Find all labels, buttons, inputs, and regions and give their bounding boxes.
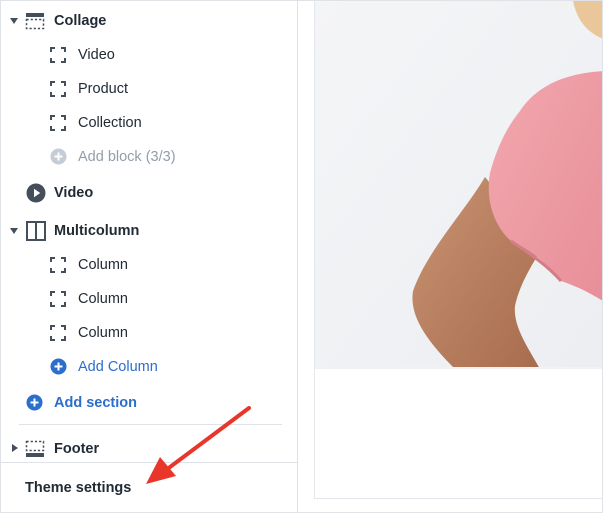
block-item[interactable]: Collection <box>1 108 297 138</box>
section-footer[interactable]: Footer <box>1 434 297 464</box>
plus-circle-icon <box>50 148 67 165</box>
dashed-square-icon <box>50 325 66 341</box>
plus-circle-icon <box>26 394 43 411</box>
add-section-label: Add section <box>54 395 137 411</box>
add-section-button[interactable]: Add section <box>1 388 297 418</box>
block-label: Column <box>78 291 128 307</box>
block-item[interactable]: Product <box>1 74 297 104</box>
block-label: Product <box>78 81 128 97</box>
section-footer-label: Footer <box>54 441 100 457</box>
section-multicolumn-label: Multicolumn <box>54 223 140 239</box>
preview-image <box>315 1 602 369</box>
block-item[interactable]: Column <box>1 284 297 314</box>
section-collage-label: Collage <box>54 13 107 29</box>
theme-settings-label: Theme settings <box>25 480 132 496</box>
block-label: Video <box>78 47 115 63</box>
section-divider <box>19 424 282 425</box>
add-column-label: Add Column <box>78 359 158 375</box>
section-video[interactable]: Video <box>1 178 297 208</box>
dashed-square-icon <box>50 257 66 273</box>
block-label: Column <box>78 257 128 273</box>
sections-sidebar: Collage Video Product Collection Add blo… <box>1 1 298 512</box>
add-column-button[interactable]: Add Column <box>1 352 297 382</box>
caret-down-icon[interactable] <box>10 18 18 24</box>
block-label: Column <box>78 325 128 341</box>
caret-right-icon[interactable] <box>12 444 18 452</box>
block-item[interactable]: Column <box>1 250 297 280</box>
theme-settings-bar: Theme settings <box>1 462 297 512</box>
section-header-icon <box>25 13 45 30</box>
dashed-square-icon <box>50 81 66 97</box>
section-collage[interactable]: Collage <box>1 6 297 36</box>
block-item[interactable]: Video <box>1 40 297 70</box>
play-circle-icon <box>26 183 46 203</box>
dashed-square-icon <box>50 115 66 131</box>
section-multicolumn[interactable]: Multicolumn <box>1 216 297 246</box>
add-block-button-disabled: Add block (3/3) <box>1 142 297 172</box>
dashed-square-icon <box>50 47 66 63</box>
theme-settings-link[interactable]: Theme settings <box>1 473 297 503</box>
dashed-square-icon <box>50 291 66 307</box>
section-video-label: Video <box>54 185 94 201</box>
add-block-label: Add block (3/3) <box>78 149 176 165</box>
person-in-pink-shirt-image <box>315 1 602 369</box>
caret-down-icon[interactable] <box>10 228 18 234</box>
block-item[interactable]: Column <box>1 318 297 348</box>
columns-icon <box>26 221 46 241</box>
section-footer-icon <box>25 440 45 457</box>
plus-circle-icon <box>50 358 67 375</box>
block-label: Collection <box>78 115 142 131</box>
theme-preview <box>314 1 602 499</box>
